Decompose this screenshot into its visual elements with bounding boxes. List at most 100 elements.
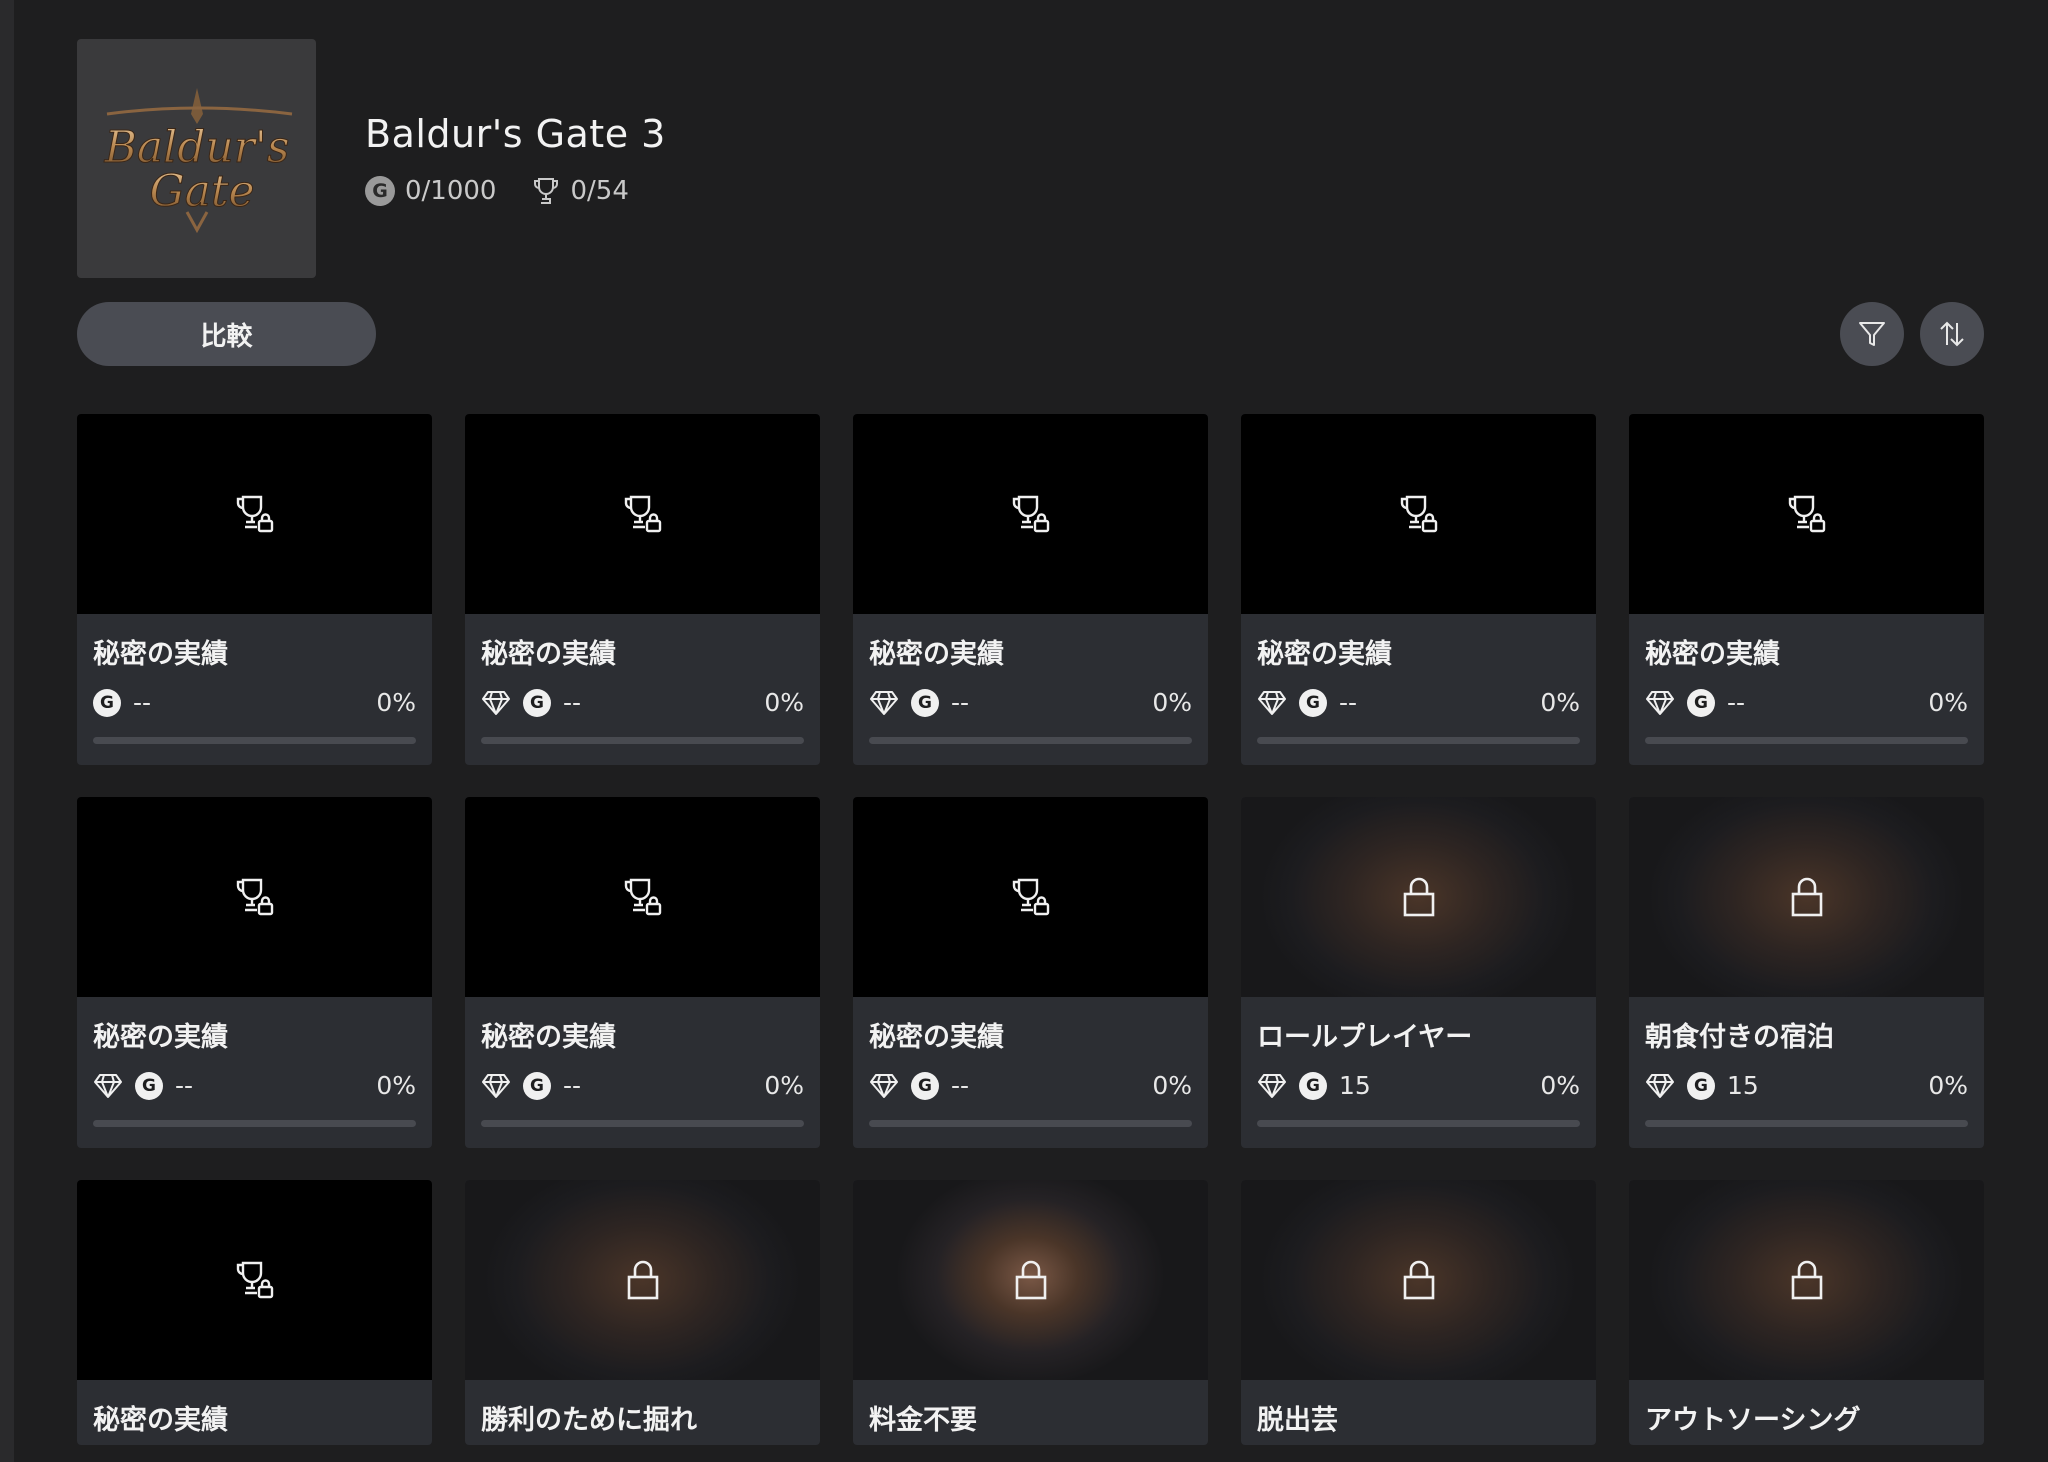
achievements-page: Baldur's Gate Baldur's Gate 3 G 0/1000 0… bbox=[0, 0, 2048, 1462]
left-edge-scrollbar[interactable] bbox=[0, 0, 14, 1462]
compare-button[interactable]: 比較 bbox=[77, 302, 376, 366]
filter-button[interactable] bbox=[1840, 302, 1904, 366]
achievement-points: G -- bbox=[93, 1071, 193, 1100]
secret-achievement-image bbox=[77, 1180, 432, 1380]
secret-achievement-image bbox=[1241, 414, 1596, 614]
achievement-points: G -- bbox=[93, 688, 151, 717]
g-badge-icon: G bbox=[523, 688, 551, 717]
secret-achievement-image bbox=[77, 414, 432, 614]
achievement-meta: G -- 0% bbox=[481, 688, 804, 717]
achievement-image bbox=[1629, 1180, 1984, 1380]
rare-diamond-icon bbox=[1258, 690, 1286, 715]
card-body: 秘密の実績 G -- 0% bbox=[465, 997, 820, 1127]
percent-value: 0% bbox=[376, 688, 416, 717]
lock-icon bbox=[1403, 1260, 1434, 1300]
achievement-card[interactable]: 秘密の実績 G -- 0% bbox=[77, 797, 432, 1148]
percent-value: 0% bbox=[1928, 688, 1968, 717]
achievement-card[interactable]: 秘密の実績 G -- 0% bbox=[1629, 414, 1984, 765]
points-value: -- bbox=[133, 688, 152, 717]
rare-diamond-icon bbox=[1646, 690, 1674, 715]
achievement-title: 秘密の実績 bbox=[1257, 639, 1392, 668]
card-body: アウトソーシング bbox=[1629, 1380, 1984, 1434]
secret-trophy-icon bbox=[236, 1261, 273, 1299]
g-badge-icon: G bbox=[911, 688, 939, 717]
achievement-image bbox=[853, 1180, 1208, 1380]
achievement-card[interactable]: ロールプレイヤー G 15 0% bbox=[1241, 797, 1596, 1148]
achievement-card[interactable]: 秘密の実績 G -- 0% bbox=[1241, 414, 1596, 765]
achievement-card[interactable]: 秘密の実績 bbox=[77, 1180, 432, 1445]
card-body: 秘密の実績 bbox=[77, 1380, 432, 1434]
achievement-title: ロールプレイヤー bbox=[1257, 1022, 1473, 1051]
achievement-title: 脱出芸 bbox=[1257, 1405, 1338, 1434]
filter-icon bbox=[1859, 322, 1885, 346]
game-logo: Baldur's Gate bbox=[103, 87, 292, 233]
progress-bar bbox=[1257, 737, 1580, 744]
svg-text:Gate: Gate bbox=[149, 166, 254, 217]
rare-diamond-icon bbox=[94, 1073, 122, 1098]
achievement-card[interactable]: 秘密の実績 G -- 0% bbox=[465, 414, 820, 765]
sort-button[interactable] bbox=[1920, 302, 1984, 366]
points-value: -- bbox=[951, 688, 970, 717]
rare-diamond-icon bbox=[1258, 1073, 1286, 1098]
progress-bar bbox=[1257, 1120, 1580, 1127]
g-badge-icon: G bbox=[365, 175, 395, 206]
achievement-points: G -- bbox=[869, 1071, 969, 1100]
achievement-title: 秘密の実績 bbox=[869, 639, 1004, 668]
achievement-title: 勝利のために掘れ bbox=[481, 1405, 697, 1434]
trophy-icon bbox=[534, 177, 559, 204]
rare-diamond-icon bbox=[870, 690, 898, 715]
achievement-card[interactable]: 料金不要 bbox=[853, 1180, 1208, 1445]
achievement-card[interactable]: 秘密の実績 G -- 0% bbox=[853, 797, 1208, 1148]
achievement-card[interactable]: 秘密の実績 G -- 0% bbox=[465, 797, 820, 1148]
g-badge-icon: G bbox=[1299, 1071, 1327, 1100]
game-stats: G 0/1000 0/54 bbox=[365, 175, 666, 206]
achievement-meta: G 15 0% bbox=[1257, 1071, 1580, 1100]
achievement-image bbox=[465, 1180, 820, 1380]
achievement-points: G -- bbox=[1645, 688, 1745, 717]
rare-diamond-icon bbox=[482, 1073, 510, 1098]
secret-achievement-image bbox=[465, 414, 820, 614]
sort-icon bbox=[1940, 321, 1964, 347]
achievement-card[interactable]: 勝利のために掘れ bbox=[465, 1180, 820, 1445]
achievement-image bbox=[1629, 797, 1984, 997]
achievement-image bbox=[1241, 1180, 1596, 1380]
achievement-meta: G -- 0% bbox=[1645, 688, 1968, 717]
achievement-card[interactable]: 秘密の実績 G -- 0% bbox=[77, 414, 432, 765]
achievement-card[interactable]: 秘密の実績 G -- 0% bbox=[853, 414, 1208, 765]
achievement-title: アウトソーシング bbox=[1645, 1405, 1861, 1434]
percent-value: 0% bbox=[764, 688, 804, 717]
card-body: 秘密の実績 G -- 0% bbox=[1241, 614, 1596, 744]
achievement-card[interactable]: アウトソーシング bbox=[1629, 1180, 1984, 1445]
achievement-points: G 15 bbox=[1257, 1071, 1371, 1100]
progress-bar bbox=[1645, 1120, 1968, 1127]
percent-value: 0% bbox=[1928, 1071, 1968, 1100]
progress-bar bbox=[869, 1120, 1192, 1127]
card-body: 秘密の実績 G -- 0% bbox=[465, 614, 820, 744]
card-body: ロールプレイヤー G 15 0% bbox=[1241, 997, 1596, 1127]
achievement-title: 秘密の実績 bbox=[93, 1022, 228, 1051]
achievement-card[interactable]: 脱出芸 bbox=[1241, 1180, 1596, 1445]
achievement-grid: 秘密の実績 G -- 0% 秘密の実績 G -- 0% 秘密の実績 G -- 0% 秘密の実績… bbox=[77, 414, 1985, 1445]
secret-trophy-icon bbox=[1012, 878, 1049, 916]
points-value: 15 bbox=[1727, 1071, 1759, 1100]
card-body: 脱出芸 bbox=[1241, 1380, 1596, 1434]
secret-achievement-image bbox=[77, 797, 432, 997]
achievement-points: G -- bbox=[481, 1071, 581, 1100]
points-value: -- bbox=[175, 1071, 194, 1100]
achievement-points: G -- bbox=[1257, 688, 1357, 717]
achievement-points: G -- bbox=[481, 688, 581, 717]
achievement-card[interactable]: 朝食付きの宿泊 G 15 0% bbox=[1629, 797, 1984, 1148]
progress-bar bbox=[481, 1120, 804, 1127]
progress-bar bbox=[1645, 737, 1968, 744]
g-badge-icon: G bbox=[1299, 688, 1327, 717]
game-info: Baldur's Gate 3 G 0/1000 0/54 bbox=[365, 112, 666, 206]
game-logo-tile[interactable]: Baldur's Gate bbox=[77, 39, 316, 278]
achievement-meta: G -- 0% bbox=[93, 1071, 416, 1100]
percent-value: 0% bbox=[1540, 1071, 1580, 1100]
progress-bar bbox=[93, 1120, 416, 1127]
secret-trophy-icon bbox=[1400, 495, 1437, 533]
achievement-title: 秘密の実績 bbox=[869, 1022, 1004, 1051]
g-badge-icon: G bbox=[93, 688, 121, 717]
gamerscore-stat: G 0/1000 bbox=[365, 175, 496, 206]
game-header: Baldur's Gate Baldur's Gate 3 G 0/1000 0… bbox=[77, 39, 666, 278]
